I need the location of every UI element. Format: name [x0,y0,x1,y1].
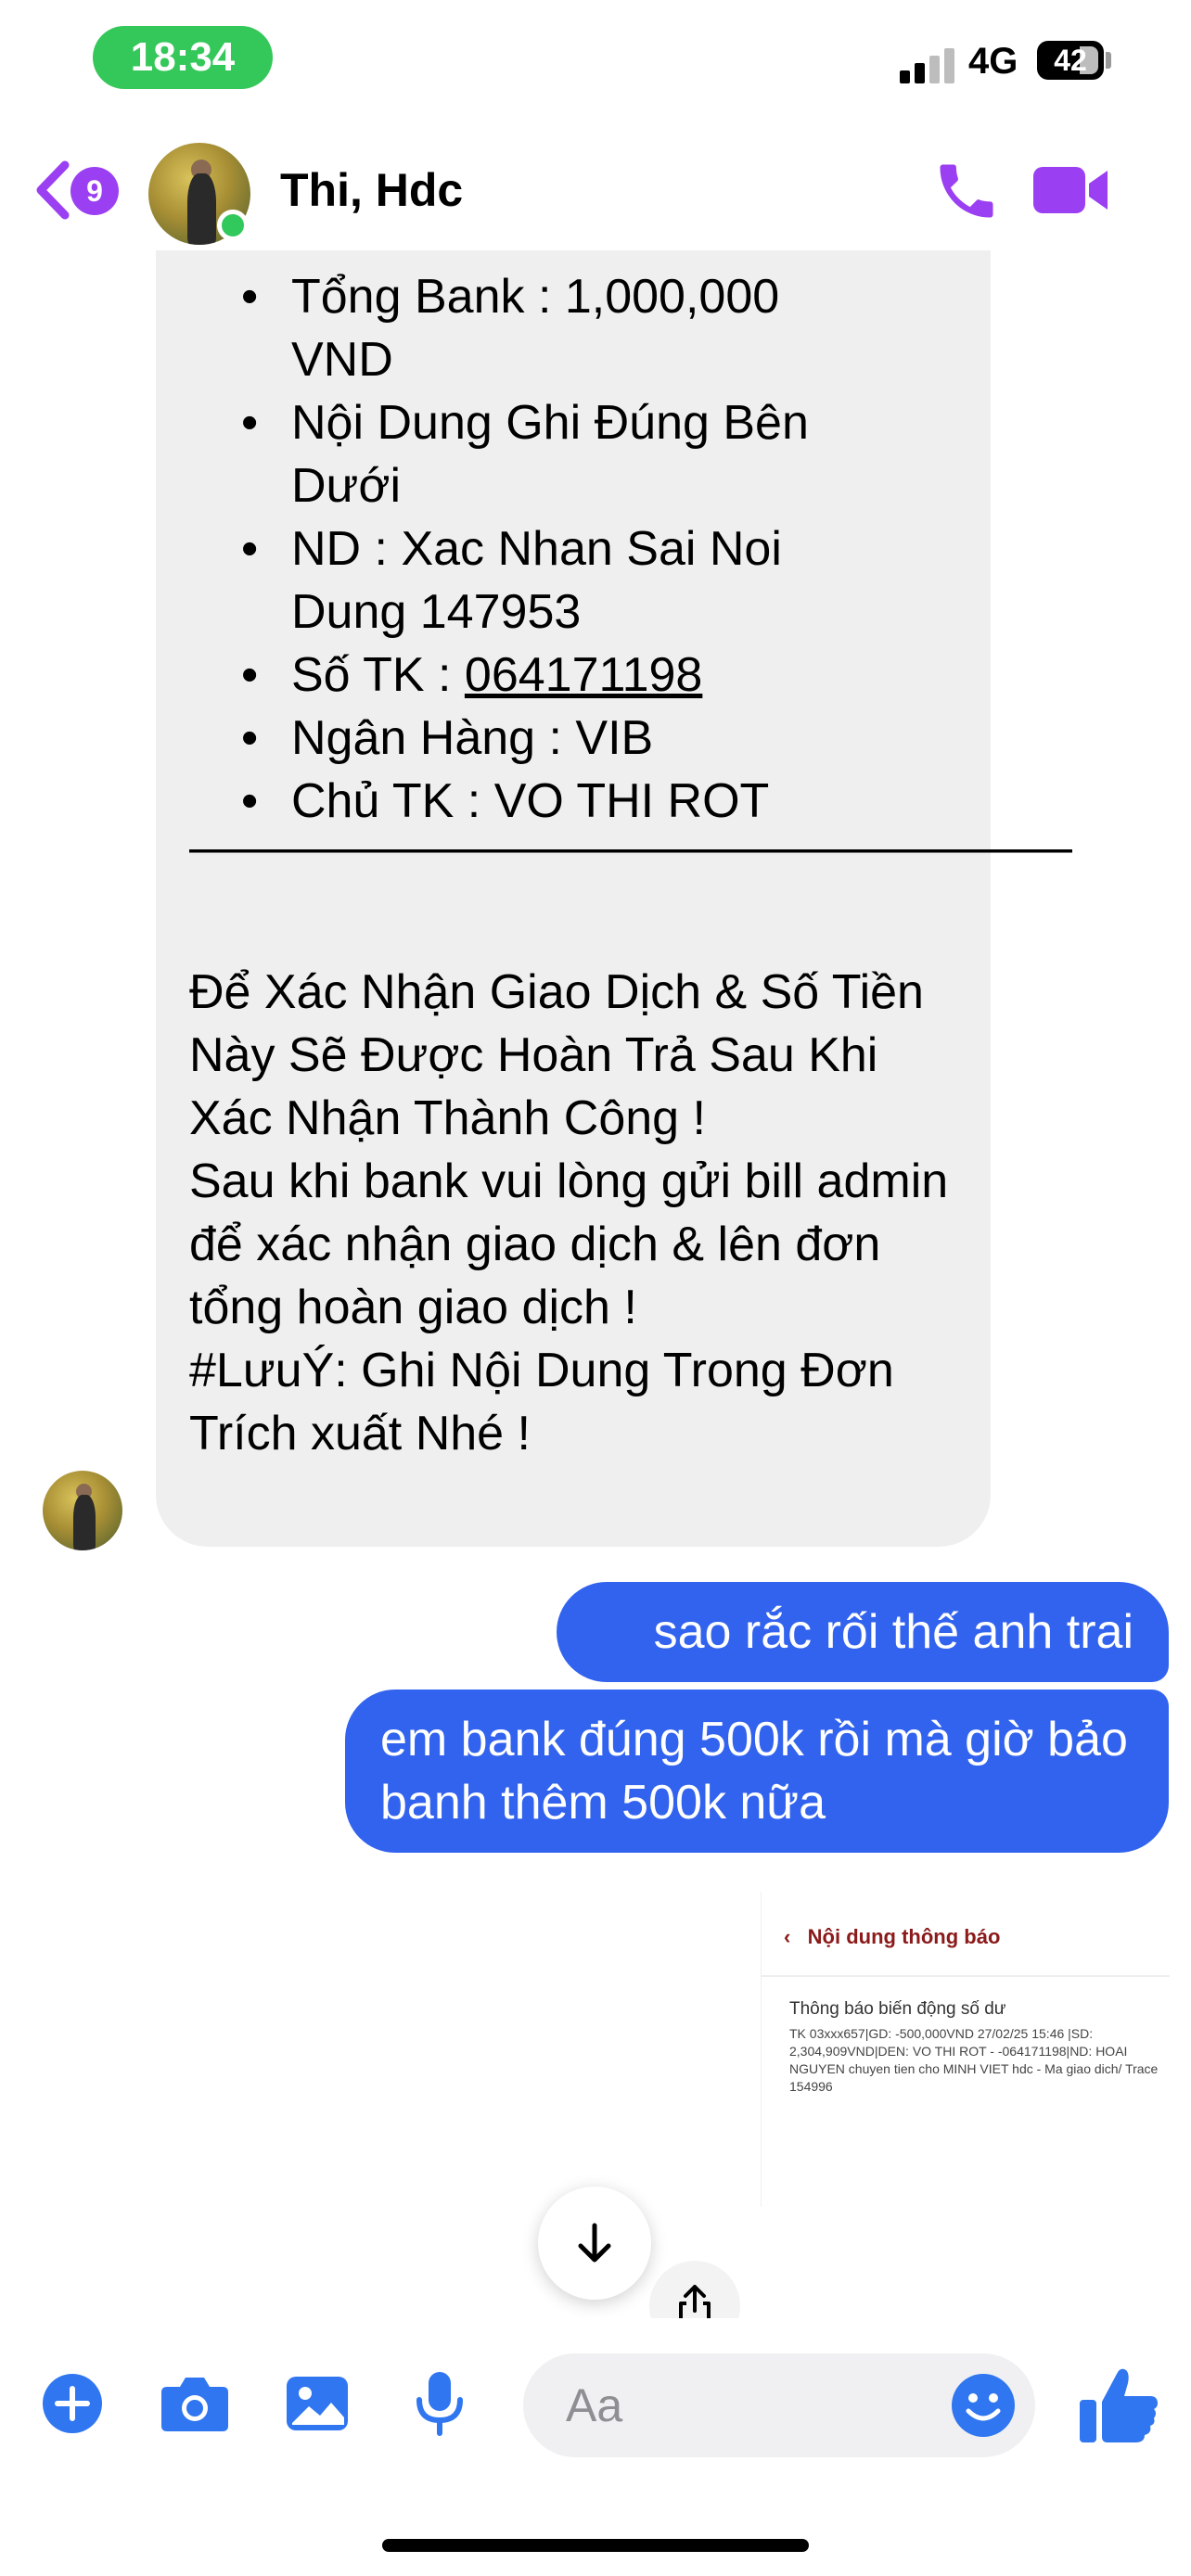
battery-icon: 42 [1037,41,1104,80]
video-call-icon[interactable] [1031,159,1109,221]
status-time: 18:34 [93,26,273,89]
attachment-nav: ‹ Nội dung thông báo [784,1925,1001,1948]
microphone-icon [416,2372,463,2436]
signal-icon [900,48,957,83]
thumbs-up-icon[interactable] [1076,2363,1161,2448]
scroll-to-bottom-button[interactable] [538,2187,651,2300]
message-divider: ——————————————————— [189,821,1072,874]
bullet-total-bank: Tổng Bank : 1,000,000 VND [241,265,885,391]
attachment-separator [762,1975,1170,1977]
bullet-account-number: Số TK : 064171198 [241,644,885,707]
emoji-icon[interactable] [950,2372,1017,2439]
account-number-link[interactable]: 064171198 [465,648,702,702]
bullet-content-note: Nội Dung Ghi Đúng Bên Dưới [241,391,885,517]
plus-circle-icon [43,2374,102,2433]
camera-icon [161,2378,228,2431]
bullet-transfer-content: ND : Xac Nhan Sai Noi Dung 147953 [241,517,885,644]
camera-button[interactable] [158,2366,232,2441]
voice-button[interactable] [403,2366,477,2441]
attachment-detail: TK 03xxx657|GD: -500,000VND 27/02/25 15:… [789,2026,1159,2094]
sender-avatar[interactable] [43,1471,122,1550]
attachment-nav-title: Nội dung thông báo [807,1925,1001,1948]
battery-tip [1106,52,1111,69]
contact-name[interactable]: Thi, Hdc [280,163,463,217]
photo-icon [287,2377,348,2430]
gallery-button[interactable] [280,2366,354,2441]
attachment-title: Thông báo biến động số dư [789,1999,1006,2019]
attachment-screenshot[interactable]: ‹ Nội dung thông báo Thông báo biến động… [761,1892,1170,2207]
unread-count-badge[interactable]: 9 [70,167,119,215]
bullet-bank: Ngân Hàng : VIB [241,707,885,770]
battery-level: 42 [1054,43,1087,77]
message-bullet-list: Tổng Bank : 1,000,000 VND Nội Dung Ghi Đ… [241,265,885,833]
outgoing-message-2[interactable]: em bank đúng 500k rồi mà giờ bảo banh th… [345,1690,1169,1853]
add-button[interactable] [35,2366,109,2441]
home-indicator [382,2539,809,2552]
network-type: 4G [968,41,1018,82]
arrow-down-icon [578,2223,611,2263]
message-body: Để Xác Nhận Giao Dịch & Số Tiền Này Sẽ Đ… [189,965,949,1460]
outgoing-message-1[interactable]: sao rắc rối thế anh trai [557,1582,1169,1682]
online-status-dot [217,210,249,241]
phone-call-icon[interactable] [931,156,1002,226]
account-label: Số TK : [291,648,465,702]
